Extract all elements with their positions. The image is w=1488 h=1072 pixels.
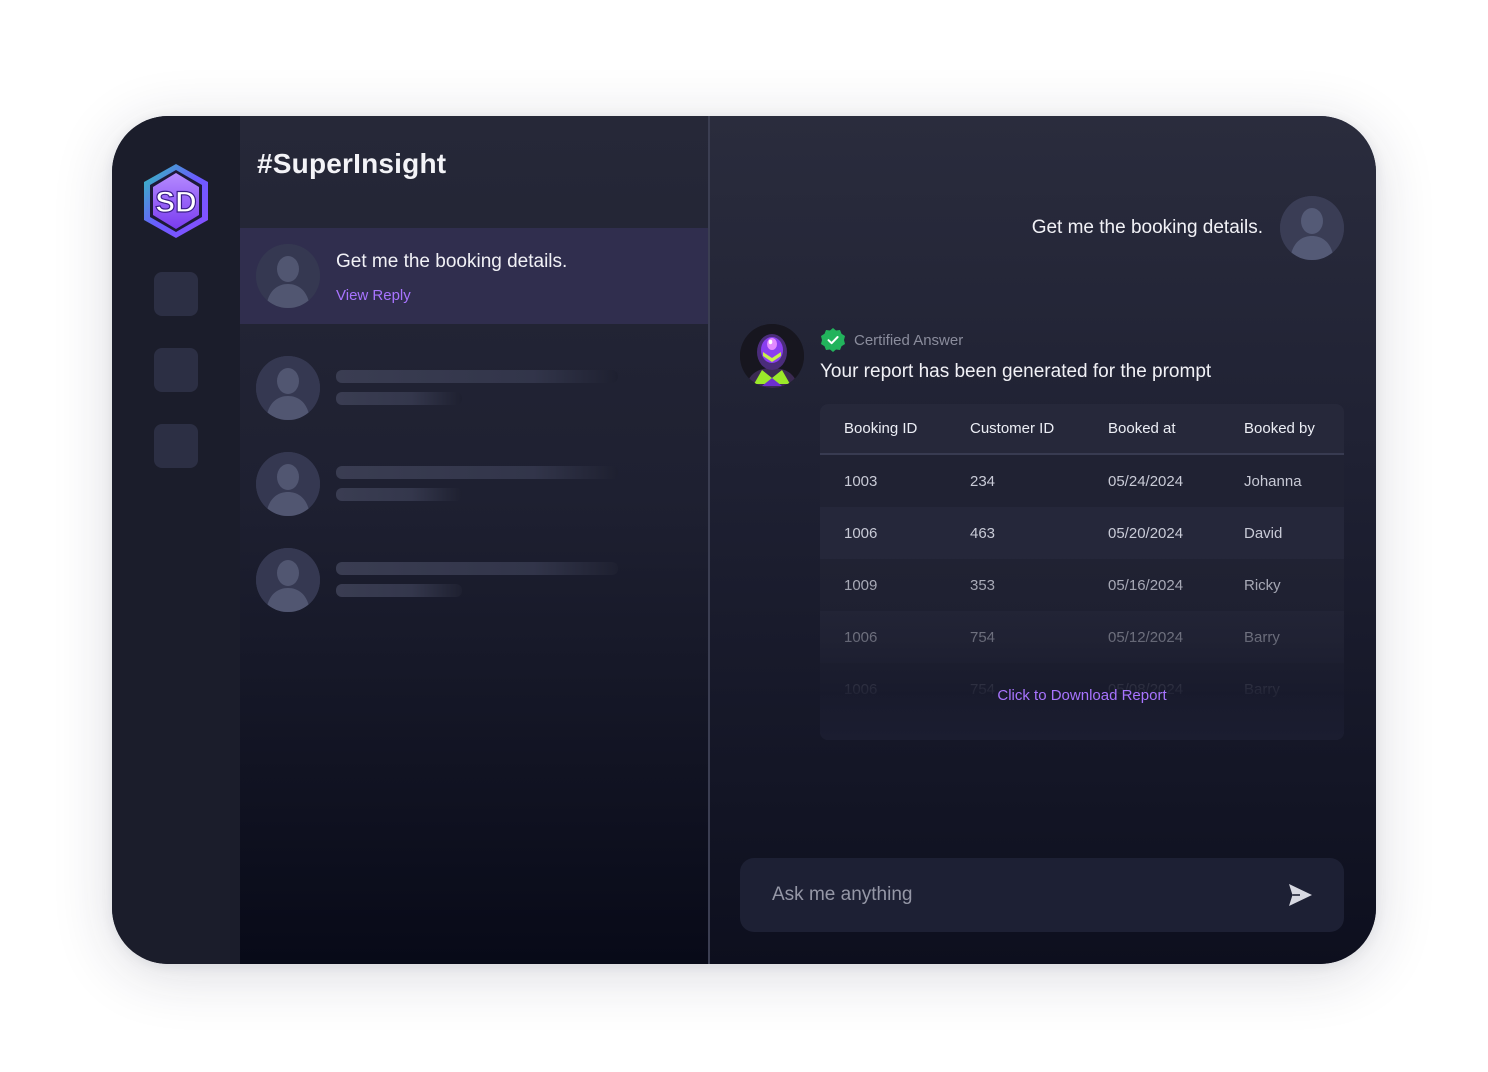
certified-badge: Certified Answer [820, 328, 963, 352]
icon-rail: SD [112, 116, 240, 964]
table-cell: Ricky [1244, 576, 1281, 594]
skeleton-line [336, 562, 618, 575]
user-message: Get me the booking details. [1031, 217, 1263, 238]
table-cell: 234 [970, 472, 996, 490]
avatar-icon [256, 548, 320, 612]
bot-avatar-icon [740, 324, 804, 388]
thread-list-panel: #SuperInsight Get me the booking details… [240, 116, 708, 964]
brand-logo[interactable]: SD [142, 162, 210, 240]
table-cell: 463 [970, 524, 996, 542]
view-reply-link[interactable]: View Reply [336, 287, 411, 304]
page-title: #SuperInsight [257, 148, 447, 179]
thread-text: Get me the booking details. [336, 251, 568, 272]
skeleton-line [336, 370, 618, 383]
avatar-icon [256, 244, 320, 308]
table-cell: 353 [970, 576, 996, 594]
app-window: SD #SuperInsight Get me the booking deta… [112, 116, 1376, 964]
table-cell: 1003 [844, 472, 878, 490]
table-row: 1009 353 05/16/2024 Ricky [820, 559, 1344, 611]
table-cell: Johanna [1244, 472, 1302, 490]
table-row: 1003 234 05/24/2024 Johanna [820, 455, 1344, 507]
chat-panel: Get me the booking details. Certified An… [710, 116, 1376, 964]
skeleton-line [336, 584, 462, 597]
chat-input[interactable] [772, 858, 1272, 932]
table-cell: 05/12/2024 [1108, 628, 1184, 646]
report-table: Booking ID Customer ID Booked at Booked … [820, 404, 1344, 740]
chat-input-box [740, 858, 1344, 932]
thread-placeholder [240, 444, 708, 534]
avatar-icon [256, 452, 320, 516]
send-icon [1289, 884, 1312, 906]
thread-placeholder [240, 348, 708, 438]
table-header: Booking ID Customer ID Booked at Booked … [820, 404, 1344, 455]
table-cell: Barry [1244, 628, 1280, 646]
table-cell: 1006 [844, 524, 878, 542]
skeleton-line [336, 466, 618, 479]
bot-message: Your report has been generated for the p… [820, 361, 1212, 382]
certified-check-icon [821, 328, 845, 352]
column-header: Booked at [1108, 420, 1176, 437]
table-row: 1006 463 05/20/2024 David [820, 507, 1344, 559]
certified-label: Certified Answer [854, 331, 964, 349]
table-cell: 754 [970, 628, 996, 646]
logo-text: SD [155, 186, 197, 219]
table-cell: David [1244, 524, 1283, 542]
rail-button-3[interactable] [154, 424, 198, 468]
download-report-link[interactable]: Click to Download Report [820, 687, 1344, 704]
table-cell: 05/20/2024 [1108, 524, 1184, 542]
user-avatar-icon [1280, 196, 1344, 260]
skeleton-line [336, 488, 462, 501]
send-button[interactable] [1286, 882, 1314, 908]
column-header: Booked by [1244, 420, 1315, 437]
table-row: 1006 754 05/12/2024 Barry [820, 611, 1344, 663]
thread-item-active[interactable]: Get me the booking details. View Reply [240, 228, 708, 324]
rail-button-1[interactable] [154, 272, 198, 316]
table-cell: 1009 [844, 576, 878, 594]
skeleton-line [336, 392, 462, 405]
column-header: Customer ID [970, 420, 1055, 437]
column-header: Booking ID [844, 420, 918, 437]
table-cell: 1006 [844, 628, 878, 646]
rail-button-2[interactable] [154, 348, 198, 392]
thread-placeholder [240, 540, 708, 630]
avatar-icon [256, 356, 320, 420]
table-cell: 05/16/2024 [1108, 576, 1184, 594]
table-cell: 05/24/2024 [1108, 472, 1184, 490]
